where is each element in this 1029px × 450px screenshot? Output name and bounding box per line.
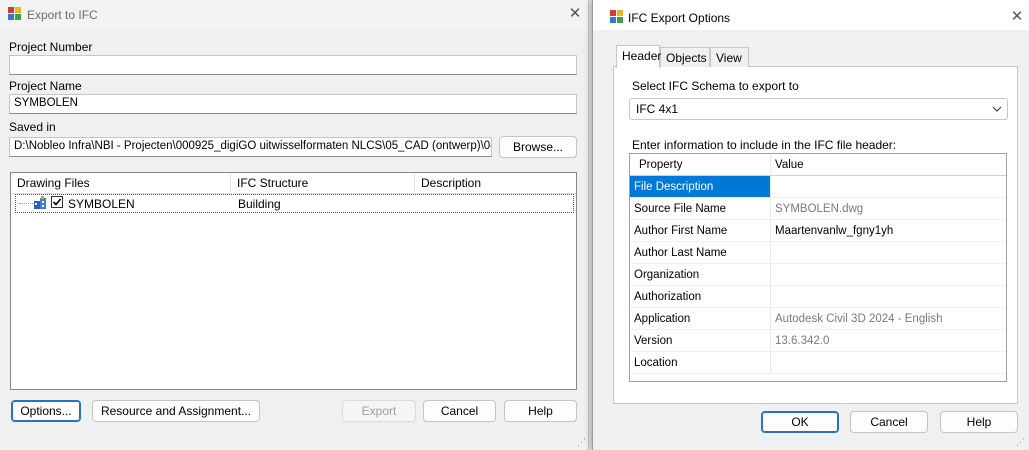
options-help-button[interactable]: Help [940,411,1018,433]
drawing-file-name: SYMBOLEN [68,197,135,211]
saved-in-label: Saved in [9,120,56,134]
property-value: Autodesk Civil 3D 2024 - English [771,308,1006,330]
options-dialog-title: IFC Export Options [628,11,731,25]
grid-row-author-first-name[interactable]: Author First Name Maartenvanlw_fgny1yh [630,220,1006,242]
ok-button[interactable]: OK [761,411,839,433]
chevron-down-icon [992,99,1002,125]
column-ifc-structure[interactable]: IFC Structure [231,173,415,193]
resize-grip-icon[interactable]: ⋰ [577,437,586,448]
property-name: Version [630,330,771,352]
project-name-label: Project Name [9,79,82,93]
cancel-button[interactable]: Cancel [423,400,496,422]
options-dialog-titlebar: IFC Export Options ✕ [593,0,1029,30]
tab-view[interactable]: View [710,47,749,67]
ifc-structure-value: Building [238,197,281,211]
grid-row-organization[interactable]: Organization [630,264,1006,286]
include-checkbox[interactable] [51,196,63,208]
property-name: File Description [630,176,771,198]
browse-button[interactable]: Browse... [499,136,577,158]
app-icon [8,7,22,21]
column-drawing-files[interactable]: Drawing Files [11,173,231,193]
grid-row-authorization[interactable]: Authorization [630,286,1006,308]
property-value: SYMBOLEN.dwg [771,198,1006,220]
project-number-field[interactable] [9,55,577,75]
list-header: Drawing Files IFC Structure Description [11,173,576,194]
help-button[interactable]: Help [504,400,577,422]
property-value: 13.6.342.0 [771,330,1006,352]
property-name: Author Last Name [630,242,771,264]
property-value[interactable] [771,352,1006,374]
property-value[interactable] [771,286,1006,308]
app-icon [610,10,624,24]
tab-objects[interactable]: Objects [660,47,710,67]
tab-header[interactable]: Header [616,45,661,68]
header-info-label: Enter information to include in the IFC … [632,138,897,152]
export-dialog-titlebar: Export to IFC ✕ [0,0,588,30]
column-description[interactable]: Description [415,173,576,193]
property-value[interactable] [771,242,1006,264]
export-to-ifc-dialog: Export to IFC ✕ Project Number Project N… [0,0,589,450]
property-name: Location [630,352,771,374]
grid-row-source-file-name[interactable]: Source File Name SYMBOLEN.dwg [630,198,1006,220]
property-name: Organization [630,264,771,286]
property-name: Authorization [630,286,771,308]
grid-header-value: Value [771,154,1006,176]
table-row[interactable]: SYMBOLEN Building [15,194,574,213]
resource-and-assignment-button[interactable]: Resource and Assignment... [92,400,260,422]
options-button[interactable]: Options... [11,400,81,422]
options-cancel-button[interactable]: Cancel [850,411,928,433]
grid-row-version[interactable]: Version 13.6.342.0 [630,330,1006,352]
saved-in-field[interactable]: D:\Nobleo Infra\NBI - Projecten\000925_d… [9,137,492,157]
grid-row-application[interactable]: Application Autodesk Civil 3D 2024 - Eng… [630,308,1006,330]
property-name: Author First Name [630,220,771,242]
property-name: Application [630,308,771,330]
property-value[interactable] [771,264,1006,286]
export-dialog-title: Export to IFC [27,8,98,22]
grid-row-location[interactable]: Location [630,352,1006,374]
schema-label: Select IFC Schema to export to [632,79,799,93]
resize-grip-icon[interactable]: ⋰ [1016,437,1025,448]
grid-header-property: Property [630,154,771,176]
building-icon [33,196,47,210]
drawing-files-list[interactable]: Drawing Files IFC Structure Description [10,172,577,390]
property-name: Source File Name [630,198,771,220]
close-icon[interactable]: ✕ [562,2,588,26]
header-property-grid[interactable]: Property Value File Description Source F… [629,153,1007,382]
close-icon[interactable]: ✕ [1004,5,1029,29]
export-button[interactable]: Export [342,400,416,422]
property-value[interactable] [771,176,1006,198]
property-value[interactable]: Maartenvanlw_fgny1yh [771,220,1006,242]
tree-connector [19,203,33,204]
project-name-field[interactable]: SYMBOLEN [9,94,577,114]
schema-select-value: IFC 4x1 [636,102,679,116]
grid-row-file-description[interactable]: File Description [630,176,1006,198]
project-number-label: Project Number [9,40,93,54]
grid-row-author-last-name[interactable]: Author Last Name [630,242,1006,264]
grid-header: Property Value [630,154,1006,176]
schema-select[interactable]: IFC 4x1 [629,98,1008,120]
